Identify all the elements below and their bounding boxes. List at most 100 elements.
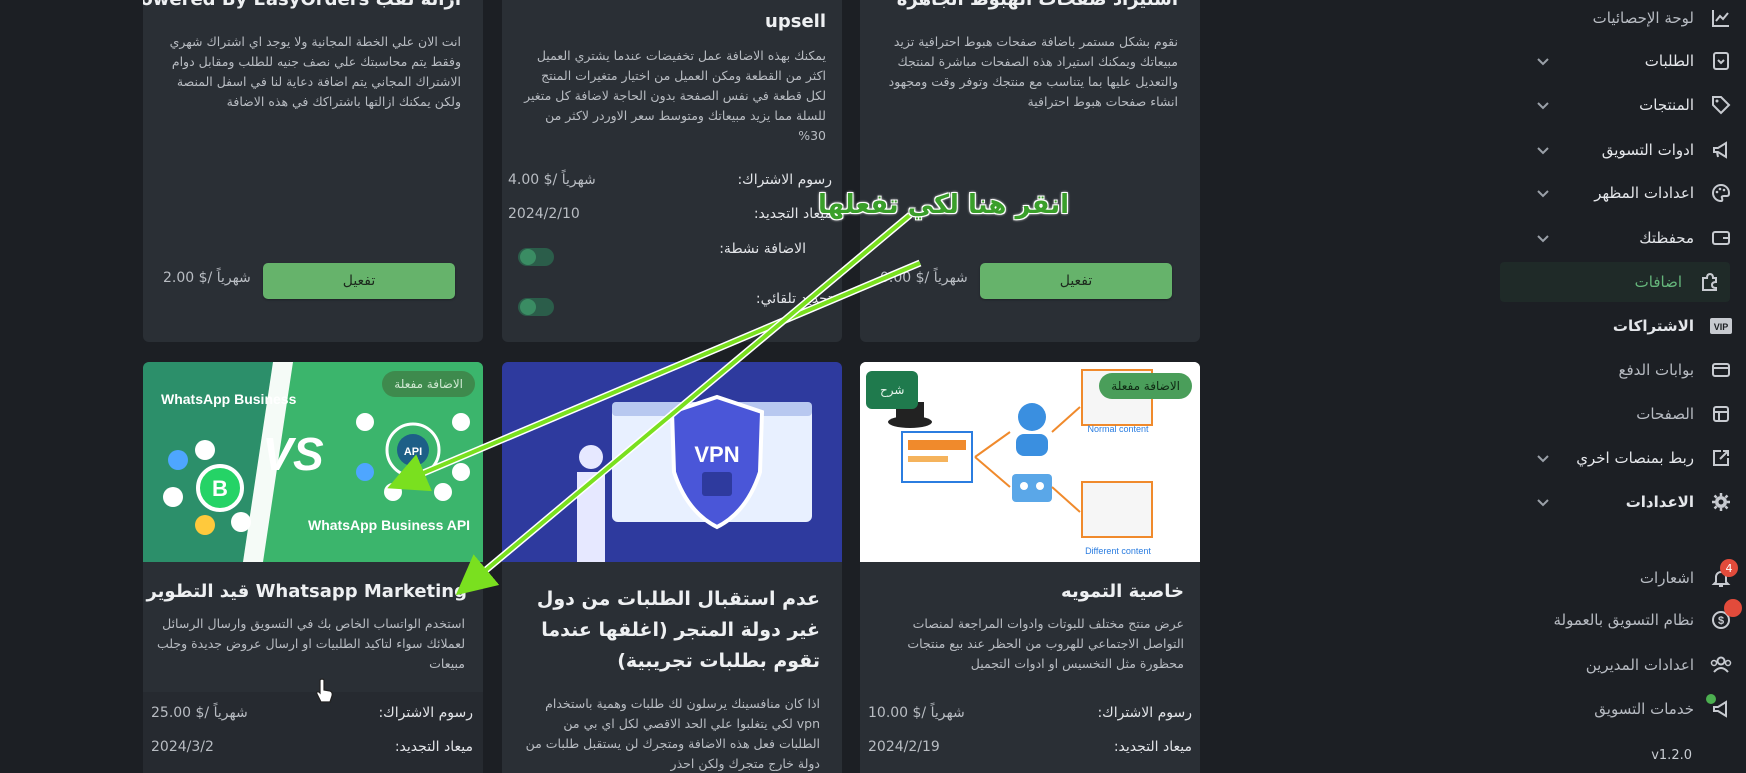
sidebar-item-admins[interactable]: اعدادات المديرين: [1496, 645, 1746, 685]
online-dot-icon: [1706, 694, 1716, 704]
sidebar-item-affiliate[interactable]: $ نظام التسويق بالعمولة: [1496, 599, 1746, 640]
sidebar-item-settings[interactable]: الاعدادات: [1496, 482, 1746, 522]
active-toggle[interactable]: [518, 248, 554, 266]
whatsapp-business-label: WhatsApp Business: [161, 391, 297, 407]
addon-card-landing-pages: استيراد صفحات الهبوط الجاهزة نقوم بشكل م…: [860, 0, 1200, 342]
sidebar-item-integrations[interactable]: ربط بمنصات اخري: [1496, 438, 1746, 478]
fee-label: رسوم الاشتراك:: [737, 172, 832, 188]
fee-value: 25.00 $/ شهرياً: [151, 705, 248, 721]
activate-button[interactable]: تفعيل: [263, 263, 455, 299]
chevron-down-icon: [1537, 455, 1549, 463]
auto-renew-label: تجديد تلقائي:: [755, 291, 832, 307]
tag-icon: [1710, 94, 1732, 116]
sidebar-item-label: محفظتك: [1639, 229, 1694, 247]
credit-card-icon: [1710, 359, 1732, 381]
sidebar-item-products[interactable]: المنتجات: [1496, 85, 1746, 125]
activate-button[interactable]: تفعيل: [980, 263, 1172, 299]
whatsapp-api-label: WhatsApp Business API: [308, 517, 470, 533]
active-label: الاضافة نشطة:: [719, 241, 806, 257]
card-description: استخدم الواتساب الخاص بك في التسويق وارس…: [156, 616, 465, 671]
card-title: Whatsapp Marketing قيد التطوير: [146, 581, 467, 602]
addon-card-remove-branding: ازالة لقب Powered By EasyOrders انت الان…: [143, 0, 483, 342]
card-description: عرض منتج مختلف للبوتات وادوات المراجعة ل…: [907, 616, 1184, 671]
chevron-down-icon: [1537, 499, 1549, 507]
sidebar-item-label: الصفحات: [1636, 405, 1694, 423]
sidebar-item-marketing-services[interactable]: خدمات التسويق: [1496, 689, 1746, 729]
chevron-down-icon: [1537, 235, 1549, 243]
card-description: انت الان علي الخطة المجانية ولا يوجد اي …: [169, 34, 461, 109]
toggle-knob: [520, 249, 536, 265]
notification-count-badge: 4: [1720, 559, 1738, 577]
addon-enabled-badge: الاضافة مفعلة: [1099, 373, 1192, 399]
card-description: يمكنك بهذه الاضافة عمل تخفيضات عندما يشت…: [524, 48, 826, 143]
card-description: اذا كان منافسينك يرسلون لك طلبات وهمية ب…: [525, 696, 820, 771]
svg-text:$: $: [1718, 615, 1724, 627]
fee-value: 4.00 $/ شهرياً: [508, 172, 596, 188]
gear-icon: [1710, 491, 1732, 513]
chart-line-icon: [1710, 7, 1732, 29]
sidebar-item-pages[interactable]: الصفحات: [1496, 394, 1746, 434]
chevron-down-icon: [1537, 147, 1549, 155]
sidebar-item-appearance[interactable]: اعدادات المظهر: [1496, 173, 1746, 213]
puzzle-icon: [1698, 271, 1720, 293]
price-value: 0.00 $/ شهرياً: [880, 270, 968, 286]
chevron-down-icon: [1537, 190, 1549, 198]
fee-label: رسوم الاشتراك:: [1097, 705, 1192, 721]
sidebar-item-label: لوحة الإحصائيات: [1592, 9, 1694, 27]
users-icon: [1710, 654, 1732, 676]
addon-enabled-badge: الاضافة مفعلة: [382, 371, 475, 397]
toggle-knob: [520, 299, 536, 315]
affiliate-dot-badge: [1724, 599, 1742, 617]
price-value: 2.00 $/ شهرياً: [163, 270, 251, 286]
fee-value: 10.00 $/ شهرياً: [868, 705, 965, 721]
card-title: عدم استقبال الطلبات من دول غير دولة المت…: [536, 588, 820, 672]
sidebar-item-label: خدمات التسويق: [1594, 700, 1694, 718]
sidebar-item-label: الاعدادات: [1625, 493, 1694, 511]
orders-box-icon: [1710, 50, 1732, 72]
annotation-note: انقر هنا لكي تفعلها: [818, 190, 1069, 220]
sidebar-item-wallet[interactable]: محفظتك: [1496, 218, 1746, 258]
explain-button[interactable]: شرح: [866, 371, 919, 409]
chevron-down-icon: [1537, 102, 1549, 110]
sidebar-item-payment-gateways[interactable]: بوابات الدفع: [1496, 350, 1746, 390]
sidebar-item-dashboard[interactable]: لوحة الإحصائيات: [1496, 0, 1746, 38]
renew-label: ميعاد التجديد:: [1113, 739, 1192, 755]
app-screen: ازالة لقب Powered By EasyOrders انت الان…: [0, 0, 1746, 773]
palette-icon: [1710, 182, 1732, 204]
sidebar-item-label: اضافات: [1634, 273, 1682, 291]
sidebar-item-label: بوابات الدفع: [1618, 361, 1695, 379]
sidebar-item-notifications[interactable]: 4 اشعارات: [1496, 558, 1746, 598]
vpn-thumbnail: VPN: [502, 362, 842, 562]
bell-icon: 4: [1710, 559, 1738, 589]
addon-card-upsell: upsell يمكنك بهذه الاضافة عمل تخفيضات عن…: [502, 0, 842, 342]
sidebar-item-addons[interactable]: اضافات: [1500, 262, 1730, 302]
addon-card-block-foreign-orders: VPN عدم استقبال الطلبات من دول غير دولة …: [502, 362, 842, 773]
sidebar-item-label: الطلبات: [1644, 52, 1694, 70]
addon-card-whatsapp-marketing: VS B API WhatsApp Business WhatsApp Busi…: [143, 362, 483, 773]
api-text: API: [404, 446, 422, 458]
external-link-icon: [1710, 447, 1732, 469]
svg-text:VIP: VIP: [1714, 322, 1729, 332]
renew-value: 2024/3/2: [151, 739, 214, 755]
sidebar-item-subscriptions[interactable]: VIP الاشتراكات: [1496, 306, 1746, 346]
sidebar-item-label: ادوات التسويق: [1601, 141, 1694, 159]
sidebar-item-label: اشعارات: [1639, 569, 1694, 587]
auto-renew-toggle[interactable]: [518, 298, 554, 316]
fee-label: رسوم الاشتراك:: [378, 705, 473, 721]
sidebar-item-orders[interactable]: الطلبات: [1496, 41, 1746, 81]
vpn-illustration: VPN: [502, 362, 842, 562]
vs-text: VS: [262, 428, 324, 480]
card-description: نقوم بشكل مستمر باضافة صفحات هبوط احتراف…: [888, 34, 1178, 109]
vip-icon: VIP: [1710, 315, 1732, 337]
addon-card-cloaking: Normal content Different content شرح الا…: [860, 362, 1200, 773]
card-title: خاصية التمويه: [1061, 581, 1184, 602]
megaphone-icon: [1710, 139, 1732, 161]
sidebar-item-label: اعدادات المظهر: [1594, 184, 1694, 202]
app-version: v1.2.0: [1651, 748, 1692, 763]
renew-value: 2024/2/10: [508, 206, 580, 222]
card-title: upsell: [765, 11, 826, 32]
sidebar-item-marketing-tools[interactable]: ادوات التسويق: [1496, 130, 1746, 170]
pages-icon: [1710, 403, 1732, 425]
sidebar-item-label: المنتجات: [1639, 96, 1694, 114]
vpn-text: VPN: [694, 442, 739, 467]
